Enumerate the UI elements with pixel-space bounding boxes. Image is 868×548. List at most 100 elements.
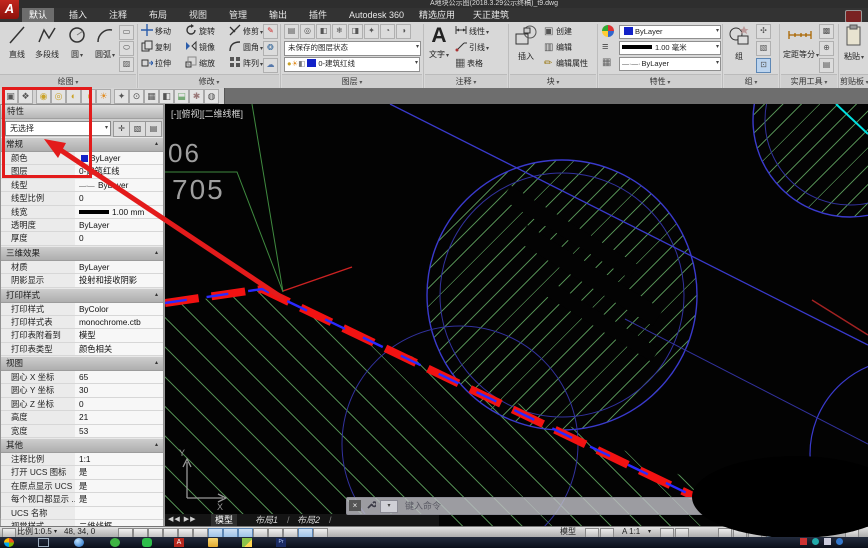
row-thickness[interactable]: 厚度 0 <box>1 232 163 246</box>
layer-prev-icon[interactable]: ◔ <box>380 24 395 39</box>
blend-icon[interactable]: ❂ <box>263 41 278 56</box>
tab-featured-apps[interactable]: 精选应用 <box>412 8 462 22</box>
panel-footer-layers[interactable]: 图层 <box>282 74 422 88</box>
trim-button[interactable]: 修剪 <box>229 24 263 39</box>
paste-button[interactable]: 粘贴 <box>842 24 866 62</box>
rotate-button[interactable]: 旋转 <box>185 24 215 39</box>
row-lineweight[interactable]: 线宽 1.00 mm <box>1 205 163 219</box>
tab-nav-arrows[interactable]: ◀◀ ▶▶ <box>168 514 196 526</box>
wechat-icon[interactable] <box>142 538 152 547</box>
text-button[interactable]: A 文字 <box>427 24 451 60</box>
panel-footer-properties[interactable]: 特性 <box>599 74 721 88</box>
quick-calc-icon[interactable]: ▤ <box>819 58 834 73</box>
row-shadow[interactable]: 阴影显示 投射和接收阴影 <box>1 274 163 288</box>
sun-tool-icon[interactable]: ☀ <box>96 89 111 104</box>
leader-button[interactable]: 引线 <box>455 40 489 55</box>
start-button[interactable] <box>4 538 14 547</box>
layer-tool-icon-13[interactable]: ✱ <box>189 89 204 104</box>
row-plottype[interactable]: 打印表类型 颜色相关 <box>1 342 163 357</box>
tab-insert[interactable]: 插入 <box>62 8 94 22</box>
row-plottable[interactable]: 打印样式表 monochrome.ctb <box>1 315 163 330</box>
layer-dropdown[interactable]: ●☀◧ 0-建筑红线 ▾ <box>284 57 420 72</box>
color-wheel-icon[interactable] <box>602 25 614 37</box>
360-safe-icon[interactable] <box>110 538 120 547</box>
revision-cloud-icon[interactable]: ☁ <box>263 58 278 73</box>
tab-layout[interactable]: 布局 <box>142 8 174 22</box>
premiere-icon[interactable]: Pr <box>276 538 286 547</box>
tab-autodesk360[interactable]: Autodesk 360 <box>342 8 411 22</box>
layer-lock-icon[interactable]: ◨ <box>348 24 363 39</box>
hatch-icon[interactable]: ▨ <box>119 57 134 72</box>
stretch-button[interactable]: 拉伸 <box>141 56 171 71</box>
tray-icon-4[interactable] <box>836 538 843 545</box>
autocad-taskbar-icon[interactable]: A <box>174 538 184 547</box>
layer-tool-icon-12[interactable]: ⬓ <box>174 89 189 104</box>
close-icon[interactable]: × <box>349 500 361 511</box>
polyline-button[interactable]: 多段线 <box>32 24 62 60</box>
table-button[interactable]: ▦ 表格 <box>455 56 483 71</box>
rectangle-icon[interactable]: ▭ <box>119 25 134 40</box>
mirror-button[interactable]: 镜像 <box>185 40 215 55</box>
tab-plugins[interactable]: 插件 <box>302 8 334 22</box>
media-app-icon[interactable] <box>242 538 252 547</box>
panel-footer-annotation[interactable]: 注释 <box>425 74 507 88</box>
row-annot-scale[interactable]: 注释比例 1:1 <box>1 453 163 467</box>
group-edit-icon[interactable]: ▧ <box>756 41 771 56</box>
section-misc[interactable]: 其他 <box>1 438 163 454</box>
row-plotstyle[interactable]: 打印样式 ByColor <box>1 302 163 316</box>
tab-manage[interactable]: 管理 <box>222 8 254 22</box>
command-input[interactable]: 键入命令 <box>405 499 441 513</box>
scale-button[interactable]: 缩放 <box>185 56 215 71</box>
row-material[interactable]: 材质 ByLayer <box>1 260 163 275</box>
layer-tool-icon-9[interactable]: ⊙ <box>129 89 144 104</box>
group-button[interactable]: 组 <box>726 24 752 62</box>
row-center-x[interactable]: 圆心 X 坐标 65 <box>1 371 163 385</box>
recent-commands-icon[interactable]: ▾ <box>380 500 398 513</box>
row-ucs-icon-on[interactable]: 打开 UCS 图标是 <box>1 466 163 480</box>
line-button[interactable]: 直线 <box>4 24 30 60</box>
panel-footer-utilities[interactable]: 实用工具 <box>781 74 837 88</box>
create-block-button[interactable]: ▣ 创建 <box>544 24 572 39</box>
measure-button[interactable]: 定距等分 <box>783 24 817 60</box>
section-3d[interactable]: 三维效果 <box>1 245 163 261</box>
tab-home[interactable]: 默认 <box>22 8 55 22</box>
row-width[interactable]: 宽度 53 <box>1 424 163 439</box>
edit-block-button[interactable]: ▥ 编辑 <box>544 40 572 55</box>
circle-button[interactable]: 圆 <box>64 24 90 60</box>
group-select-on-icon[interactable]: ⊡ <box>756 58 771 73</box>
move-button[interactable]: 移动 <box>141 24 171 39</box>
layer-freeze-icon[interactable]: ❄ <box>332 24 347 39</box>
panel-footer-draw[interactable]: 绘图 <box>0 74 136 88</box>
row-center-z[interactable]: 圆心 Z 坐标 0 <box>1 397 163 412</box>
annotation-scale-button[interactable]: A 1:1 <box>622 527 640 537</box>
select-objects-icon[interactable]: ▧ <box>129 121 146 137</box>
ungroup-icon[interactable]: ✣ <box>756 24 771 39</box>
tab-layout1[interactable]: 布局1 <box>255 514 278 526</box>
copy-button[interactable]: 复制 <box>141 40 171 55</box>
layer-tool-icon-8[interactable]: ✦ <box>114 89 129 104</box>
linetype-dropdown[interactable]: — · — · ByLayer ▾ <box>619 57 721 71</box>
layer-properties-icon[interactable]: ▤ <box>284 24 299 39</box>
layer-state-dropdown[interactable]: 未保存的图层状态 ▾ <box>284 41 421 56</box>
row-transparency[interactable]: 透明度 ByLayer <box>1 218 163 233</box>
tray-icon-3[interactable] <box>824 538 831 545</box>
panel-footer-modify[interactable]: 修改 <box>139 74 279 88</box>
tab-layout2[interactable]: 布局2 <box>297 514 320 526</box>
panel-footer-block[interactable]: 块 <box>510 74 596 88</box>
id-point-icon[interactable]: ⊕ <box>819 41 834 56</box>
layer-tool-icon-14[interactable]: ◍ <box>204 89 219 104</box>
layer-match-icon[interactable]: ✦ <box>364 24 379 39</box>
dimension-button[interactable]: 线性 <box>455 24 489 39</box>
match-properties-icon[interactable]: ✎ <box>263 24 278 39</box>
panel-footer-group[interactable]: 组 <box>724 74 778 88</box>
row-height[interactable]: 高度 21 <box>1 411 163 425</box>
section-view[interactable]: 视图 <box>1 356 163 372</box>
viewport-controls[interactable]: [-][俯视][二维线框] <box>171 107 243 120</box>
layer-walk-icon[interactable]: ◑ <box>396 24 411 39</box>
row-ucs-viewport[interactable]: 每个视口都显示 ... 是 <box>1 493 163 507</box>
tab-tianzheng[interactable]: 天正建筑 <box>466 8 516 22</box>
tab-model[interactable]: 模型 <box>211 514 238 526</box>
row-ucs-origin[interactable]: 在原点显示 UCS ... 是 <box>1 479 163 494</box>
arc-button[interactable]: 圆弧 <box>92 24 118 60</box>
row-linetype-scale[interactable]: 线型比例 0 <box>1 192 163 206</box>
